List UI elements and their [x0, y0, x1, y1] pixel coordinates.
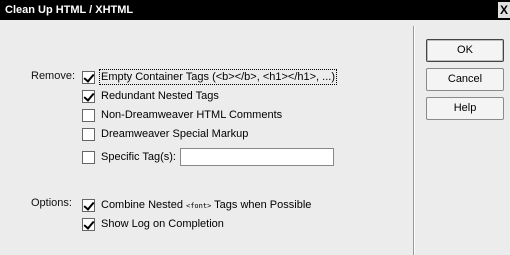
dreamweaver-special-markup-label: Dreamweaver Special Markup — [101, 128, 249, 140]
specific-tags-label: Specific Tag(s): — [101, 151, 176, 163]
redundant-nested-tags-label: Redundant Nested Tags — [101, 90, 219, 102]
help-button[interactable]: Help — [426, 97, 504, 120]
remove-dreamweaver-special-markup[interactable]: Dreamweaver Special Markup — [82, 126, 248, 142]
remove-specific-tags[interactable]: Specific Tag(s): — [82, 147, 334, 167]
checkbox-show-log[interactable] — [82, 217, 95, 231]
checkbox-empty-container-tags[interactable] — [82, 70, 95, 84]
checkbox-redundant-nested-tags[interactable] — [82, 89, 95, 103]
combine-nested-font-label: Combine Nested <font> Tags when Possible — [101, 199, 311, 211]
show-log-label: Show Log on Completion — [101, 218, 224, 230]
checkbox-combine-nested-font[interactable] — [82, 198, 95, 212]
remove-label: Remove: — [31, 70, 76, 82]
checkbox-non-dreamweaver-comments[interactable] — [82, 108, 95, 122]
empty-container-tags-label: Empty Container Tags (<b></b>, <h1></h1>… — [98, 69, 338, 85]
vertical-divider — [413, 26, 415, 255]
combine-suffix: Tags when Possible — [211, 199, 312, 211]
title-bar: Clean Up HTML / XHTML X — [0, 0, 510, 20]
checkbox-dreamweaver-special-markup[interactable] — [82, 127, 95, 141]
window-title: Clean Up HTML / XHTML — [5, 4, 134, 16]
combine-prefix: Combine Nested — [101, 199, 186, 211]
dialog-content: Remove: Empty Container Tags (<b></b>, <… — [0, 20, 510, 255]
font-tag-text: <font> — [186, 202, 212, 210]
ok-button[interactable]: OK — [426, 39, 504, 62]
cancel-button[interactable]: Cancel — [426, 68, 504, 91]
close-button[interactable]: X — [498, 2, 510, 18]
checkbox-specific-tags[interactable] — [82, 150, 95, 164]
remove-redundant-nested-tags[interactable]: Redundant Nested Tags — [82, 88, 219, 104]
close-icon: X — [499, 3, 508, 17]
non-dreamweaver-comments-label: Non-Dreamweaver HTML Comments — [101, 109, 283, 121]
remove-empty-container-tags[interactable]: Empty Container Tags (<b></b>, <h1></h1>… — [82, 69, 338, 85]
specific-tags-input[interactable] — [180, 148, 334, 166]
option-show-log[interactable]: Show Log on Completion — [82, 216, 224, 232]
remove-non-dreamweaver-comments[interactable]: Non-Dreamweaver HTML Comments — [82, 107, 282, 123]
clean-up-html-dialog: Clean Up HTML / XHTML X Remove: Empty Co… — [0, 0, 510, 255]
options-label: Options: — [31, 197, 72, 209]
option-combine-nested-font[interactable]: Combine Nested <font> Tags when Possible — [82, 197, 311, 213]
